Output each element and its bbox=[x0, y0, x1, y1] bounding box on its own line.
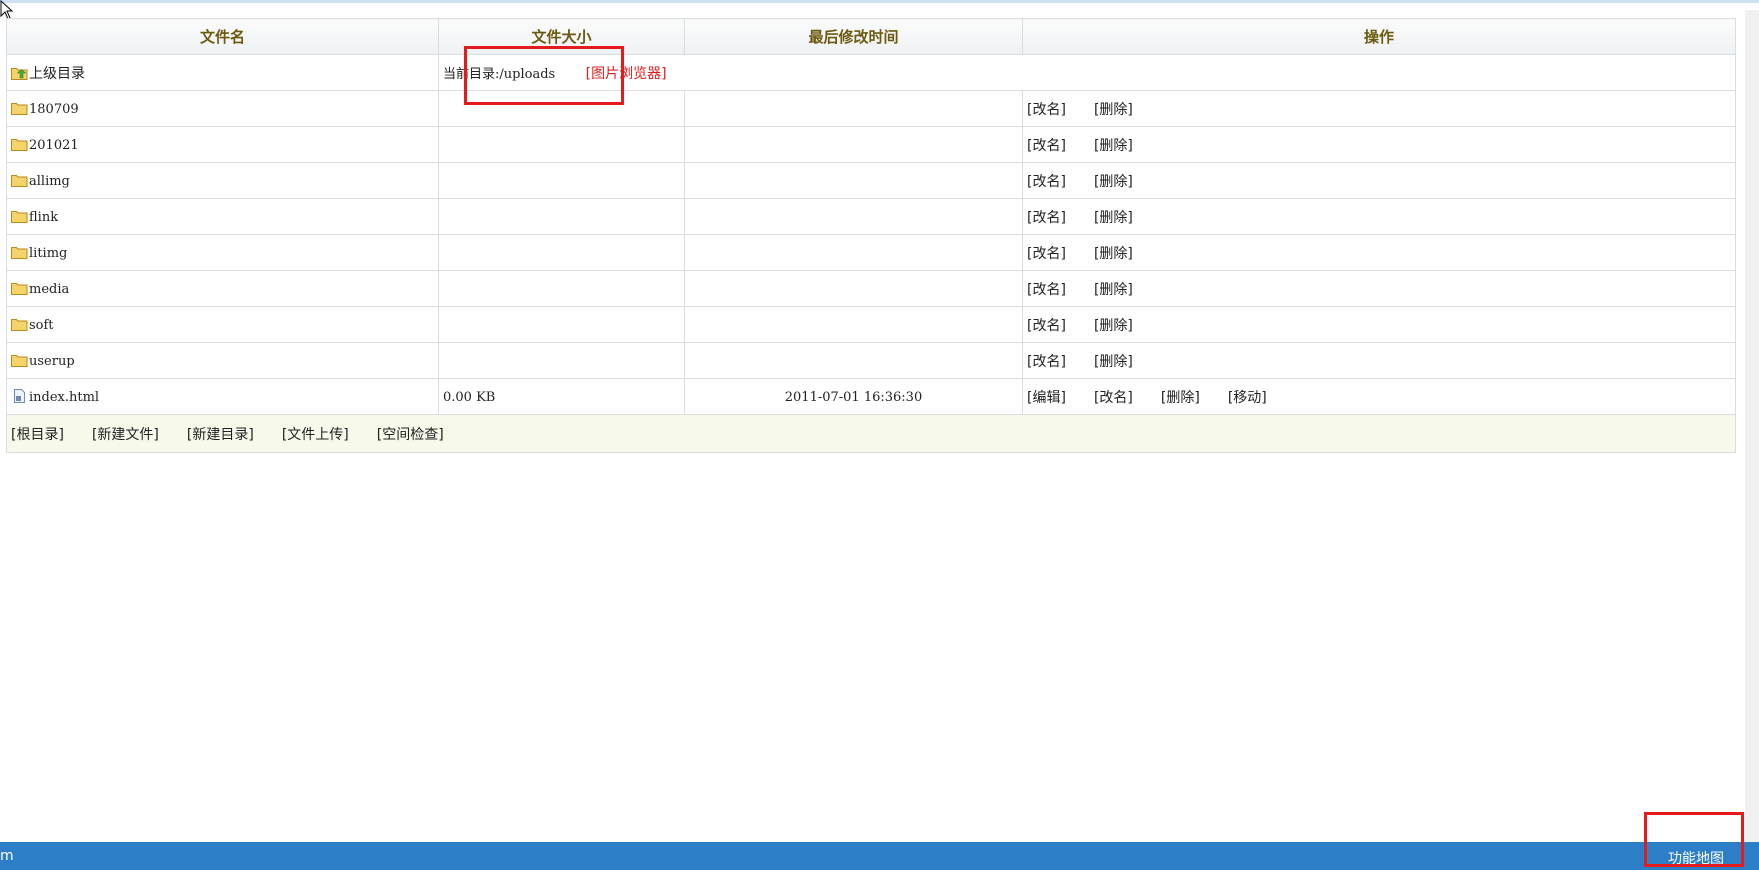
rename-link[interactable]: [改名] bbox=[1027, 210, 1066, 226]
parent-dir-link[interactable]: 上级目录 bbox=[29, 66, 85, 82]
size-cell bbox=[438, 162, 685, 199]
delete-link[interactable]: [删除] bbox=[1094, 210, 1133, 226]
rename-link[interactable]: [改名] bbox=[1027, 354, 1066, 370]
folder-icon bbox=[11, 246, 28, 259]
folder-icon bbox=[11, 174, 28, 187]
size-cell bbox=[438, 270, 685, 307]
time-cell bbox=[684, 162, 1023, 199]
current-dir-label: 当前目录:/uploads bbox=[443, 66, 556, 82]
folder-row: allimg [改名] [删除] bbox=[6, 162, 1736, 199]
time-cell bbox=[684, 90, 1023, 127]
new-dir-link[interactable]: [新建目录] bbox=[187, 427, 254, 443]
upload-file-link[interactable]: [文件上传] bbox=[282, 427, 349, 443]
folder-link[interactable]: flink bbox=[29, 210, 58, 225]
folder-row: litimg [改名] [删除] bbox=[6, 234, 1736, 271]
rename-link[interactable]: [改名] bbox=[1094, 390, 1133, 406]
folder-row: 201021 [改名] [删除] bbox=[6, 126, 1736, 163]
current-dir-cell: 当前目录:/uploads [图片浏览器] bbox=[438, 54, 1736, 91]
folder-row: 180709 [改名] [删除] bbox=[6, 90, 1736, 127]
parent-dir-cell[interactable]: 上级目录 bbox=[6, 54, 439, 91]
delete-link[interactable]: [删除] bbox=[1094, 102, 1133, 118]
rename-link[interactable]: [改名] bbox=[1027, 246, 1066, 262]
time-cell bbox=[684, 306, 1023, 343]
rename-link[interactable]: [改名] bbox=[1027, 102, 1066, 118]
edit-link[interactable]: [编辑] bbox=[1027, 390, 1066, 406]
folder-link[interactable]: 180709 bbox=[29, 102, 79, 117]
file-manager-panel: 文件名 文件大小 最后修改时间 操作 上级目录 当前目录:/uploads [图… bbox=[6, 18, 1736, 453]
folder-link[interactable]: media bbox=[29, 282, 69, 297]
size-cell bbox=[438, 90, 685, 127]
time-cell bbox=[684, 198, 1023, 235]
header-filesize: 文件大小 bbox=[438, 18, 685, 55]
site-map-link[interactable]: 功能地图 bbox=[1668, 848, 1724, 868]
table-header-row: 文件名 文件大小 最后修改时间 操作 bbox=[6, 18, 1736, 55]
size-cell bbox=[438, 342, 685, 379]
time-cell bbox=[684, 126, 1023, 163]
image-browser-link[interactable]: [图片浏览器] bbox=[586, 66, 667, 82]
status-left-text: m bbox=[0, 848, 14, 864]
time-cell bbox=[684, 342, 1023, 379]
file-link[interactable]: index.html bbox=[29, 390, 99, 405]
delete-link[interactable]: [删除] bbox=[1094, 282, 1133, 298]
header-modified-time: 最后修改时间 bbox=[684, 18, 1023, 55]
header-filename: 文件名 bbox=[6, 18, 439, 55]
folder-link[interactable]: allimg bbox=[29, 174, 70, 189]
folder-icon bbox=[11, 318, 28, 331]
footer-actions-cell: [根目录] [新建文件] [新建目录] [文件上传] [空间检查] bbox=[6, 414, 1736, 453]
folder-icon bbox=[11, 210, 28, 223]
delete-link[interactable]: [删除] bbox=[1094, 138, 1133, 154]
footer-actions-row: [根目录] [新建文件] [新建目录] [文件上传] [空间检查] bbox=[6, 414, 1736, 453]
rename-link[interactable]: [改名] bbox=[1027, 174, 1066, 190]
move-link[interactable]: [移动] bbox=[1228, 390, 1267, 406]
delete-link[interactable]: [删除] bbox=[1161, 390, 1200, 406]
size-cell bbox=[438, 234, 685, 271]
folder-row: userup [改名] [删除] bbox=[6, 342, 1736, 379]
folder-link[interactable]: soft bbox=[29, 318, 54, 333]
folder-row: media [改名] [删除] bbox=[6, 270, 1736, 307]
size-cell bbox=[438, 306, 685, 343]
root-dir-link[interactable]: [根目录] bbox=[11, 427, 64, 443]
file-icon bbox=[14, 388, 25, 403]
folder-link[interactable]: 201021 bbox=[29, 138, 79, 153]
space-check-link[interactable]: [空间检查] bbox=[377, 427, 444, 443]
delete-link[interactable]: [删除] bbox=[1094, 174, 1133, 190]
rename-link[interactable]: [改名] bbox=[1027, 318, 1066, 334]
vertical-scrollbar[interactable] bbox=[1745, 10, 1759, 842]
folder-row: flink [改名] [删除] bbox=[6, 198, 1736, 235]
size-cell bbox=[438, 198, 685, 235]
folder-icon bbox=[11, 354, 28, 367]
file-row: index.html 0.00 KB 2011-07-01 16:36:30 [… bbox=[6, 378, 1736, 415]
folder-icon bbox=[11, 138, 28, 151]
folder-icon bbox=[11, 102, 28, 115]
parent-dir-row: 上级目录 当前目录:/uploads [图片浏览器] bbox=[6, 54, 1736, 91]
delete-link[interactable]: [删除] bbox=[1094, 318, 1133, 334]
time-cell bbox=[684, 234, 1023, 271]
file-size: 0.00 KB bbox=[443, 389, 496, 405]
file-table: 文件名 文件大小 最后修改时间 操作 上级目录 当前目录:/uploads [图… bbox=[6, 18, 1736, 453]
rename-link[interactable]: [改名] bbox=[1027, 282, 1066, 298]
delete-link[interactable]: [删除] bbox=[1094, 246, 1133, 262]
new-file-link[interactable]: [新建文件] bbox=[92, 427, 159, 443]
rename-link[interactable]: [改名] bbox=[1027, 138, 1066, 154]
folder-row: soft [改名] [删除] bbox=[6, 306, 1736, 343]
header-operations: 操作 bbox=[1022, 18, 1736, 55]
folder-link[interactable]: litimg bbox=[29, 246, 67, 261]
window-top-border bbox=[0, 0, 1759, 3]
file-modified-time: 2011-07-01 16:36:30 bbox=[784, 389, 923, 405]
delete-link[interactable]: [删除] bbox=[1094, 354, 1133, 370]
folder-link[interactable]: userup bbox=[29, 354, 75, 369]
time-cell bbox=[684, 270, 1023, 307]
size-cell bbox=[438, 126, 685, 163]
status-bar: m 功能地图 bbox=[0, 842, 1759, 870]
folder-up-icon bbox=[11, 67, 28, 80]
folder-icon bbox=[11, 282, 28, 295]
